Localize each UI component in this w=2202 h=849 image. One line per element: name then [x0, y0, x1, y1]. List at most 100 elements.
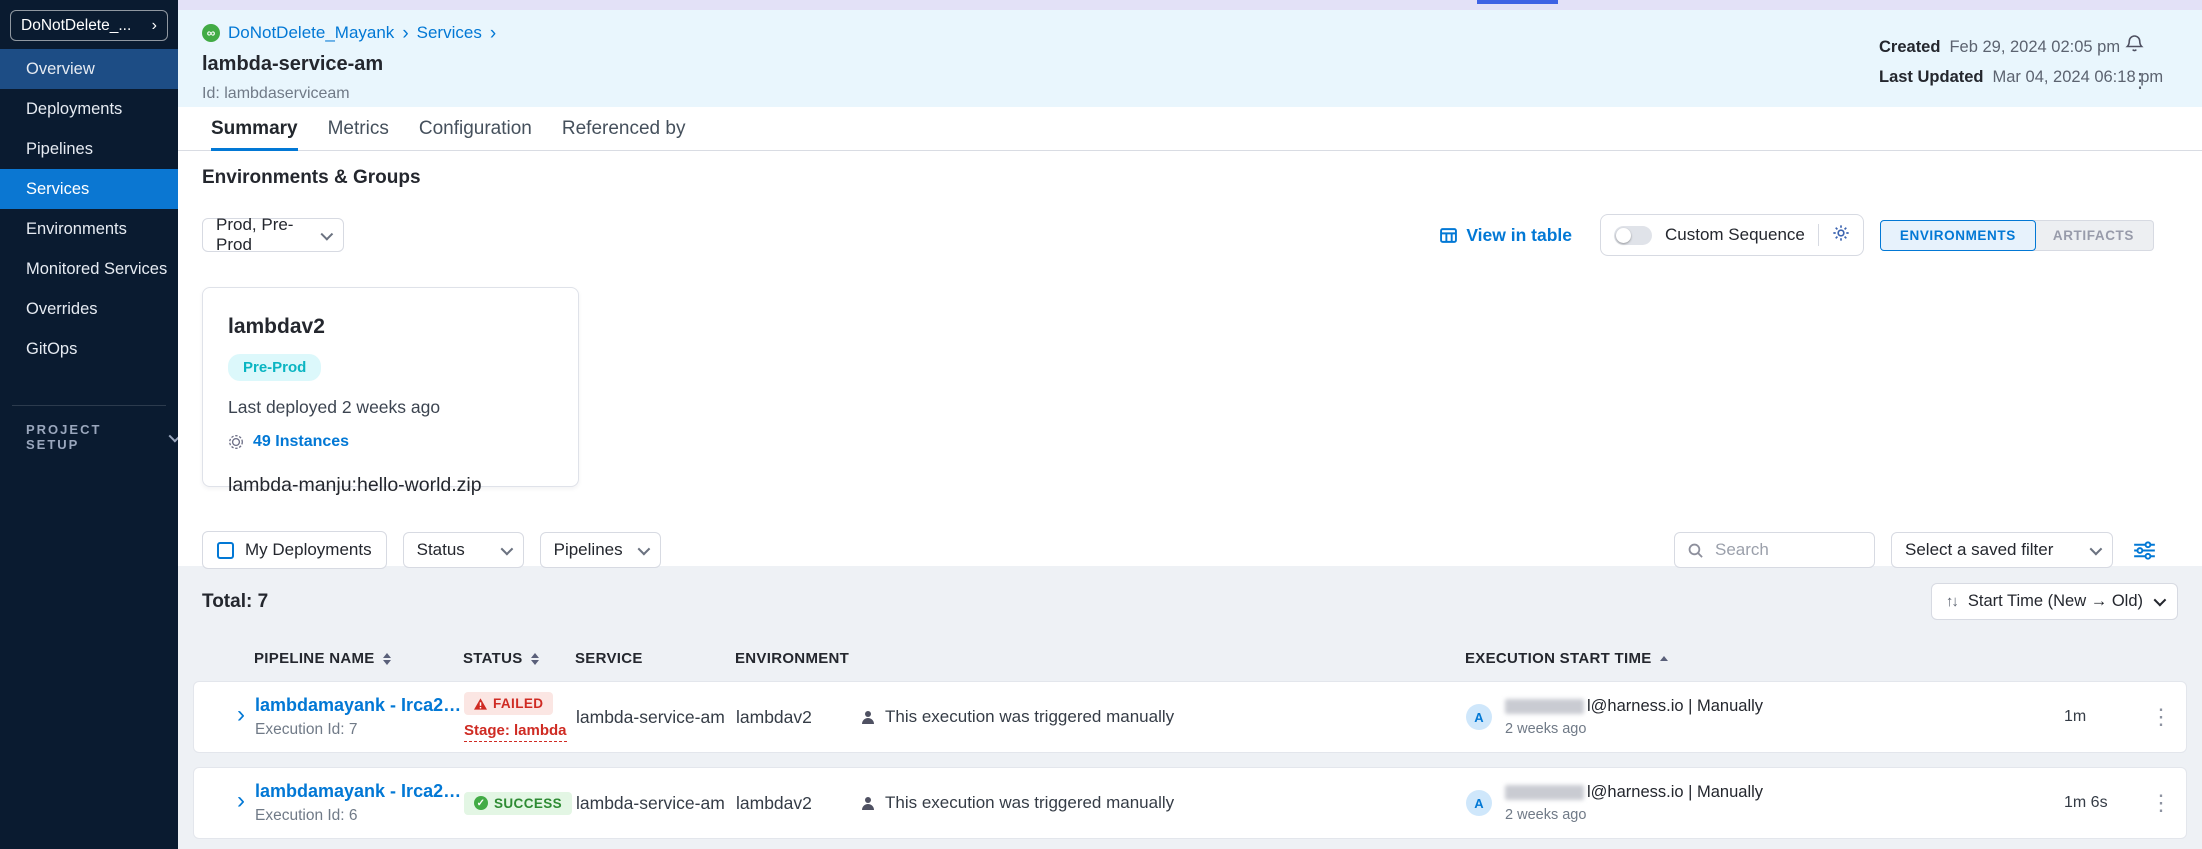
- environment-filter-dropdown[interactable]: Prod, Pre-Prod: [202, 218, 344, 252]
- service-cell: lambda-service-am: [576, 707, 736, 728]
- deployments-filter-row: My Deployments Status Pipelines: [202, 531, 2202, 569]
- user-icon: [861, 710, 875, 725]
- instances-link[interactable]: 49 Instances: [253, 433, 349, 451]
- project-selector[interactable]: DoNotDelete_... ›: [10, 10, 168, 41]
- sidebar-item-label: Deployments: [26, 100, 122, 119]
- search-input[interactable]: [1713, 539, 1862, 561]
- column-label: ENVIRONMENT: [735, 650, 849, 667]
- sidebar-item-overrides[interactable]: Overrides: [0, 289, 178, 329]
- instances-icon: [228, 434, 244, 450]
- tab-configuration[interactable]: Configuration: [419, 107, 532, 150]
- created-row: Created Feb 29, 2024 02:05 pm: [1879, 38, 2163, 57]
- duration-cell: 1m: [2064, 708, 2136, 726]
- start-time-cell: A l@harness.io | Manually 2 weeks ago: [1466, 783, 2064, 823]
- sidebar: DoNotDelete_... › Overview Deployments P…: [0, 0, 178, 849]
- sidebar-item-pipelines[interactable]: Pipelines: [0, 129, 178, 169]
- sort-dropdown[interactable]: ↑↓ Start Time (New → Old): [1931, 583, 2178, 620]
- custom-sequence-control: Custom Sequence: [1600, 214, 1864, 256]
- sidebar-item-monitored-services[interactable]: Monitored Services: [0, 249, 178, 289]
- execution-id: Execution Id: 7: [255, 721, 464, 739]
- service-meta: Created Feb 29, 2024 02:05 pm Last Updat…: [1879, 38, 2163, 98]
- failed-stage-link[interactable]: Stage: lambda: [464, 722, 567, 742]
- segment-artifacts[interactable]: ARTIFACTS: [2034, 220, 2154, 251]
- sidebar-item-label: Environments: [26, 220, 127, 239]
- trigger-cell: This execution was triggered manually: [861, 707, 1466, 727]
- header-more-menu-icon[interactable]: ⋮: [2130, 68, 2150, 93]
- my-deployments-filter[interactable]: My Deployments: [202, 531, 387, 569]
- status-cell: ✓ SUCCESS: [464, 792, 576, 815]
- column-pipeline-name[interactable]: PIPELINE NAME: [254, 650, 463, 667]
- sidebar-item-label: Services: [26, 180, 89, 199]
- tab-referenced-by[interactable]: Referenced by: [562, 107, 686, 150]
- row-more-menu-icon[interactable]: ⋮: [2136, 704, 2186, 730]
- pipeline-link[interactable]: lambdamayank - Irca2 - Clo...: [255, 695, 464, 716]
- column-label: SERVICE: [575, 650, 643, 667]
- sidebar-section-project-setup[interactable]: PROJECT SETUP: [0, 422, 178, 452]
- environment-filter-value: Prod, Pre-Prod: [216, 215, 321, 255]
- chevron-down-icon: [637, 542, 650, 555]
- sidebar-item-environments[interactable]: Environments: [0, 209, 178, 249]
- instances-row: 49 Instances: [228, 433, 553, 451]
- sidebar-item-overview[interactable]: Overview: [0, 49, 178, 89]
- artifact-name: lambda-manju:hello-world.zip: [228, 474, 553, 497]
- chevron-down-icon: [2090, 542, 2103, 555]
- check-icon: ✓: [474, 796, 488, 810]
- chevron-down-icon: [500, 542, 513, 555]
- sidebar-item-gitops[interactable]: GitOps: [0, 329, 178, 369]
- time-ago: 2 weeks ago: [1505, 807, 1763, 823]
- status-filter-label: Status: [417, 540, 465, 560]
- trigger-cell: This execution was triggered manually: [861, 793, 1466, 813]
- executions-section: Total: 7 ↑↓ Start Time (New → Old) PIPEL…: [178, 566, 2202, 849]
- tab-summary[interactable]: Summary: [211, 107, 298, 150]
- my-deployments-checkbox[interactable]: [217, 542, 234, 559]
- expand-chevron-icon[interactable]: ›: [227, 789, 255, 817]
- expand-chevron-icon[interactable]: ›: [227, 703, 255, 731]
- bell-icon[interactable]: [2124, 32, 2145, 59]
- breadcrumb-project-link[interactable]: DoNotDelete_Mayank: [228, 23, 394, 43]
- segment-environments[interactable]: ENVIRONMENTS: [1880, 220, 2036, 251]
- executions-table-header: PIPELINE NAME STATUS SERVICE ENVIRONMENT…: [193, 650, 2187, 667]
- environment-cell: lambdav2: [736, 793, 861, 814]
- sidebar-item-deployments[interactable]: Deployments: [0, 89, 178, 129]
- total-count: Total: 7: [202, 591, 268, 613]
- column-status[interactable]: STATUS: [463, 650, 575, 667]
- view-in-table-link[interactable]: View in table: [1440, 225, 1572, 246]
- row-more-menu-icon[interactable]: ⋮: [2136, 790, 2186, 816]
- breadcrumb-services-link[interactable]: Services: [417, 23, 482, 43]
- filter-sliders-icon[interactable]: [2133, 541, 2156, 560]
- status-cell: FAILED Stage: lambda: [464, 692, 576, 742]
- updated-row: Last Updated Mar 04, 2024 06:18 pm: [1879, 68, 2163, 87]
- sidebar-divider: [12, 405, 166, 406]
- gear-icon[interactable]: [1832, 224, 1850, 247]
- segment-label: ARTIFACTS: [2053, 228, 2134, 243]
- sort-arrows-icon: ↑↓: [1946, 593, 1957, 610]
- saved-filter-dropdown[interactable]: Select a saved filter: [1891, 532, 2113, 568]
- tab-label: Referenced by: [562, 118, 686, 140]
- harness-cd-icon: ∞: [202, 24, 220, 42]
- status-filter-dropdown[interactable]: Status: [403, 532, 524, 568]
- column-service[interactable]: SERVICE: [575, 650, 735, 667]
- environment-card[interactable]: lambdav2 Pre-Prod Last deployed 2 weeks …: [202, 287, 579, 487]
- execution-row[interactable]: › lambdamayank - Irca2 - Clo... Executio…: [193, 681, 2187, 753]
- view-in-table-label: View in table: [1466, 225, 1572, 246]
- tab-label: Configuration: [419, 118, 532, 140]
- segment-label: ENVIRONMENTS: [1900, 228, 2016, 243]
- status-badge-success: ✓ SUCCESS: [464, 792, 572, 815]
- custom-sequence-label: Custom Sequence: [1665, 225, 1805, 245]
- execution-row[interactable]: › lambdamayank - Irca2 - Clo... Executio…: [193, 767, 2187, 839]
- pipelines-filter-dropdown[interactable]: Pipelines: [540, 532, 661, 568]
- user-text: l@harness.io | Manually: [1587, 697, 1763, 716]
- pipeline-link[interactable]: lambdamayank - Irca2 - Clo...: [255, 781, 464, 802]
- last-deployed-text: Last deployed 2 weeks ago: [228, 397, 553, 418]
- search-icon: [1687, 542, 1704, 559]
- status-label: FAILED: [493, 696, 543, 711]
- pipeline-cell: lambdamayank - Irca2 - Clo... Execution …: [255, 781, 464, 825]
- start-time-cell: A l@harness.io | Manually 2 weeks ago: [1466, 697, 2064, 737]
- column-execution-start-time[interactable]: EXECUTION START TIME: [1465, 650, 2063, 667]
- tab-metrics[interactable]: Metrics: [328, 107, 389, 150]
- column-environment[interactable]: ENVIRONMENT: [735, 650, 860, 667]
- environment-controls-row: Prod, Pre-Prod View in table Custom Sequ…: [202, 214, 2202, 256]
- custom-sequence-toggle[interactable]: [1614, 226, 1652, 245]
- my-deployments-label: My Deployments: [245, 540, 372, 560]
- sidebar-item-services[interactable]: Services: [0, 169, 178, 209]
